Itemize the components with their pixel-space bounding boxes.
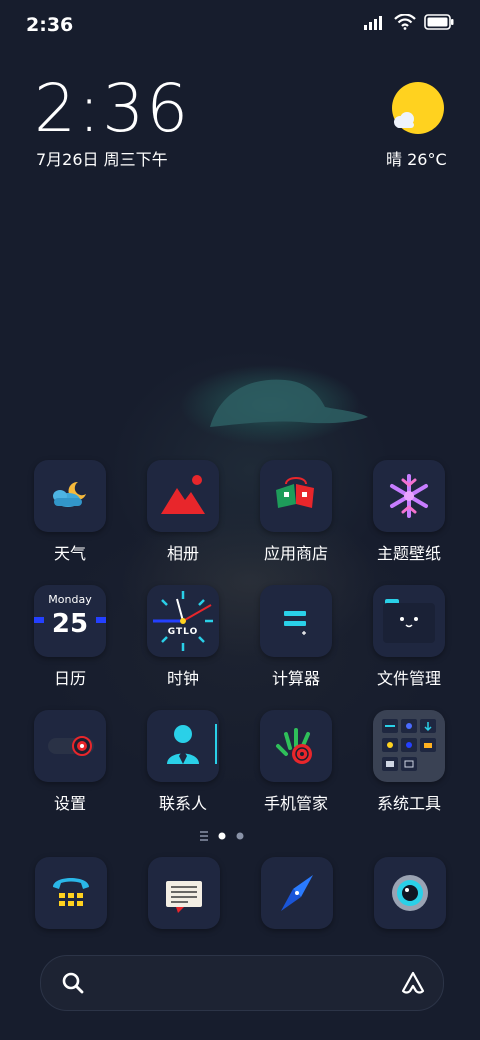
calendar-left-marker (34, 617, 44, 623)
security-icon (276, 728, 312, 764)
gallery-icon (161, 475, 205, 514)
app-label: 天气 (53, 544, 86, 563)
app-settings[interactable]: 设置 (25, 710, 115, 814)
camera-icon (392, 875, 428, 911)
app-label: 文件管理 (376, 669, 441, 688)
page-list-icon (200, 831, 208, 841)
app-gallery[interactable]: 相册 (138, 460, 228, 564)
wifi-icon (394, 14, 416, 30)
dock-phone[interactable] (35, 857, 107, 929)
app-label: 联系人 (158, 794, 207, 813)
browser-compass-icon (281, 875, 313, 911)
clock-brand: GTLO (167, 627, 199, 637)
app-label: 计算器 (271, 669, 320, 688)
wallpaper-cap-figure (210, 379, 368, 427)
calendar-day: 25 (51, 609, 89, 639)
calendar-right-marker (96, 617, 106, 623)
dock-browser[interactable] (261, 857, 333, 929)
app-weather[interactable]: 天气 (25, 460, 115, 564)
settings-icon (48, 736, 94, 756)
app-calculator[interactable]: 计算器 (251, 585, 341, 689)
themes-icon (390, 474, 428, 518)
app-label: 相册 (166, 544, 199, 563)
app-label: 手机管家 (263, 794, 328, 813)
status-bar: 2:36 (0, 0, 480, 50)
dock-camera[interactable] (374, 857, 446, 929)
app-store-icon (276, 477, 314, 508)
app-label: 主题壁纸 (376, 544, 441, 563)
clock-icon (153, 591, 213, 651)
file-manager-icon (383, 599, 435, 643)
search-bar[interactable] (40, 955, 444, 1011)
assistant-icon[interactable] (399, 969, 427, 997)
app-label: 日历 (53, 669, 86, 688)
app-store[interactable]: 应用商店 (251, 460, 341, 564)
clock-widget-date: 7月26日 周三下午 (36, 150, 168, 169)
weather-widget-text: 晴 26°C (386, 150, 447, 169)
weather-icon (53, 481, 86, 507)
app-label: 系统工具 (376, 794, 441, 813)
phone-icon (53, 878, 89, 906)
dock-messages[interactable] (148, 857, 220, 929)
app-label: 应用商店 (263, 544, 328, 563)
app-calendar[interactable]: Monday 25 日历 (25, 585, 115, 689)
page-dot-active[interactable] (218, 832, 226, 840)
sun-cloud-icon[interactable] (390, 82, 446, 138)
status-time: 2:36 (26, 14, 74, 36)
app-themes[interactable]: 主题壁纸 (364, 460, 454, 564)
search-icon[interactable] (61, 971, 85, 995)
folder-system-tools[interactable]: 系统工具 (364, 710, 454, 814)
app-label: 设置 (53, 794, 86, 813)
clock-widget-time[interactable]: 2:36 (34, 76, 190, 142)
contacts-icon (167, 724, 217, 764)
system-tools-folder-icon (382, 719, 436, 771)
messages-icon (166, 881, 202, 913)
signal-icon (364, 16, 382, 30)
calendar-weekday: Monday (48, 593, 92, 606)
calculator-icon (284, 611, 306, 635)
app-label: 时钟 (166, 669, 199, 688)
app-security[interactable]: 手机管家 (251, 710, 341, 814)
app-contacts[interactable]: 联系人 (138, 710, 228, 814)
app-file-manager[interactable]: 文件管理 (364, 585, 454, 689)
page-dot[interactable] (236, 832, 244, 840)
app-clock[interactable]: GTLO 时钟 (138, 585, 228, 689)
battery-icon (424, 14, 454, 30)
page-indicator[interactable] (198, 828, 288, 844)
